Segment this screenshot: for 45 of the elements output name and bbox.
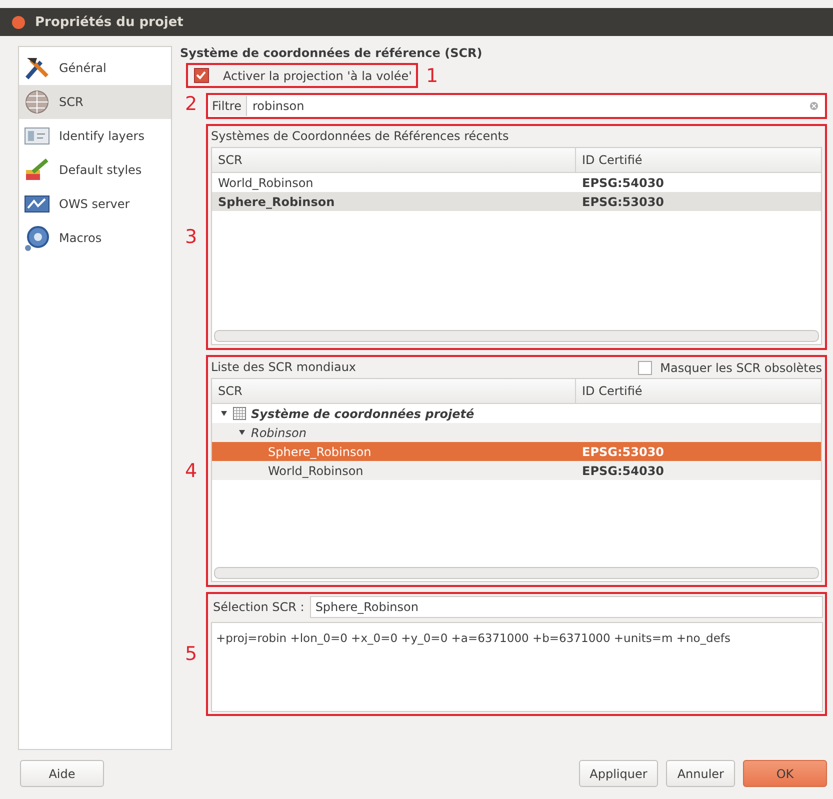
filter-field[interactable]: Filtre robinson	[206, 93, 827, 119]
checkbox-label: Activer la projection 'à la volée'	[223, 68, 412, 82]
close-icon[interactable]	[12, 16, 25, 28]
globe-icon	[23, 88, 51, 116]
checkbox-label: Masquer les SCR obsolètes	[660, 361, 822, 375]
gear-icon	[23, 224, 51, 252]
table-row[interactable]: World_Robinson EPSG:54030	[212, 173, 821, 192]
ok-button[interactable]: OK	[743, 760, 827, 787]
window-title: Propriétés du projet	[35, 14, 184, 30]
tree-row[interactable]: Robinson	[212, 423, 821, 442]
tree-row[interactable]: Système de coordonnées projeté	[212, 404, 821, 423]
annotation-number: 2	[184, 93, 198, 115]
sidebar-item[interactable]: Général	[19, 51, 171, 85]
help-button[interactable]: Aide	[20, 760, 104, 787]
column-header[interactable]: SCR	[212, 148, 576, 172]
checkbox[interactable]	[638, 361, 652, 375]
selection-field[interactable]: Sphere_Robinson	[310, 596, 823, 618]
dialog-button[interactable]: Annuler	[666, 760, 735, 787]
expand-arrow-icon[interactable]	[238, 428, 246, 436]
column-header[interactable]: ID Certifié	[576, 153, 642, 167]
annotation-number: 4	[184, 460, 198, 482]
dialog-button[interactable]: Appliquer	[578, 760, 658, 787]
sidebar-item[interactable]: Identify layers	[19, 119, 171, 153]
annotation-number: 1	[426, 64, 440, 86]
selection-label: Sélection SCR :	[212, 599, 306, 616]
clear-icon[interactable]	[809, 101, 819, 111]
table-row[interactable]: Sphere_Robinson EPSG:53030	[212, 192, 821, 211]
group-title: Liste des SCR mondiaux	[211, 359, 358, 376]
tree-row[interactable]: World_Robinson EPSG:54030	[212, 461, 821, 480]
grid-icon	[233, 407, 246, 420]
sidebar-item[interactable]: OWS server	[19, 187, 171, 221]
section-title: Système de coordonnées de référence (SCR)	[179, 46, 484, 60]
sidebar-item[interactable]: SCR	[19, 85, 171, 119]
column-header[interactable]: SCR	[212, 379, 576, 403]
annotation-number: 5	[184, 643, 198, 665]
group-title: Systèmes de Coordonnées de Références récents	[211, 128, 510, 145]
annotation-number: 3	[184, 226, 198, 248]
scrollbar[interactable]	[214, 330, 819, 342]
sidebar-item[interactable]: Macros	[19, 221, 171, 255]
proj-definition-text: +proj=robin +lon_0=0 +x_0=0 +y_0=0 +a=6371000 +b=6371000 +units=m +no_defs	[211, 622, 823, 712]
sidebar-item[interactable]: Default styles	[19, 153, 171, 187]
scrollbar[interactable]	[214, 567, 819, 579]
column-header[interactable]: ID Certifié	[576, 384, 642, 398]
expand-arrow-icon[interactable]	[220, 410, 228, 418]
checkbox[interactable]	[194, 68, 209, 83]
